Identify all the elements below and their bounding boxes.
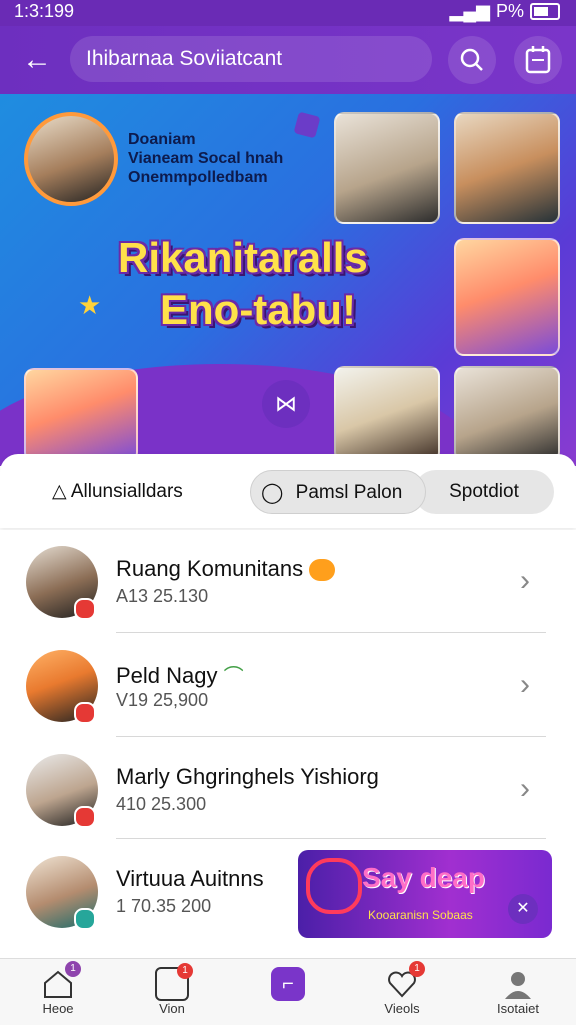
tent-icon: △ — [52, 481, 67, 502]
hero-circle-photo — [24, 112, 118, 206]
nav-vion[interactable]: 1 Vion — [132, 963, 212, 1016]
calendar-button[interactable] — [514, 36, 562, 84]
emoji-icon — [309, 559, 336, 582]
status-badge — [74, 598, 96, 620]
search-icon — [460, 48, 483, 71]
battery-icon — [530, 3, 560, 20]
tab-pamsl-palon[interactable]: ◯ Pamsl Palon — [250, 470, 426, 514]
nav-profile[interactable]: Isotaiet — [478, 967, 558, 1016]
chevron-right-icon: › — [520, 564, 530, 597]
hero-intro-line: Vianeam Socal hnah — [128, 150, 284, 167]
profile-icon — [501, 967, 535, 1001]
promo-card[interactable]: Say deap Kooaranisn Sobaas ✕ — [298, 850, 552, 938]
app-title: Ihibarnaa Soviiatcant — [70, 36, 432, 82]
hero-photo — [334, 366, 440, 462]
heart-icon: 1 — [385, 961, 425, 1001]
status-icons: ▂▄▆ P% — [450, 1, 560, 22]
nav-vieols[interactable]: 1 Vieols — [362, 961, 442, 1016]
calendar-icon — [525, 46, 551, 74]
list-item-name: Marly Ghgringhels Yishiorg — [116, 764, 379, 789]
list-item[interactable]: Peld Nagy ⌒ V19 25,900 › — [0, 634, 576, 736]
status-bar: 1:3:199 ▂▄▆ P% — [0, 0, 576, 26]
chevron-right-icon: › — [520, 772, 530, 805]
promo-subtitle: Kooaranisn Sobaas — [368, 908, 473, 922]
nav-label: Vieols — [384, 1001, 420, 1016]
hero-photo — [454, 238, 560, 356]
hero-photo — [454, 112, 560, 224]
list-item-name: Virtuua Auitnns — [116, 866, 264, 891]
hero-intro-line: Doaniam — [128, 131, 196, 148]
list-item-sub: 410 25.300 — [116, 794, 207, 814]
tab-spotdiot[interactable]: Spotdiot — [414, 470, 554, 514]
music-note-icon — [293, 111, 321, 139]
hero-intro-text: Doaniam Vianeam Socal hnah Onemmpolledba… — [128, 130, 283, 187]
divider — [116, 736, 546, 737]
play-icon: ✕ — [508, 894, 538, 924]
status-time: 1:3:199 — [14, 1, 75, 21]
list-item-name: Ruang Komunitans — [116, 556, 336, 582]
hero-headline: Rikanitaralls Eno-tabu! — [118, 232, 368, 336]
list-item-sub: A13 25.130 — [116, 586, 209, 606]
star-icon: ★ — [78, 290, 102, 320]
neon-ring-icon — [306, 858, 362, 914]
promo-title: Say deap — [362, 862, 485, 893]
hero-photo — [454, 366, 560, 462]
nav-badge: 1 — [65, 961, 81, 977]
list-item[interactable]: Ruang Komunitans A13 25.130 › — [0, 530, 576, 632]
search-button[interactable] — [448, 36, 496, 84]
signal-icon: ▂▄▆ — [449, 1, 490, 21]
tab-label: Allunsialldars — [70, 481, 183, 502]
bottom-nav: 1 Heoe 1 Vion ⌐ 1 Vieols Isotaiet — [0, 958, 576, 1025]
tab-label: Spotdiot — [449, 481, 519, 502]
hero-photo — [334, 112, 440, 224]
home-icon: 1 — [41, 961, 81, 1001]
list-item-name: Peld Nagy ⌒ — [116, 663, 244, 688]
hero-banner[interactable]: Doaniam Vianeam Socal hnah Onemmpolledba… — [0, 94, 576, 466]
status-badge — [74, 806, 96, 828]
divider — [116, 838, 546, 839]
nav-badge: 1 — [177, 963, 193, 979]
status-badge — [74, 702, 96, 724]
nav-badge: 1 — [409, 961, 425, 977]
nav-home[interactable]: 1 Heoe — [18, 961, 98, 1016]
nav-create[interactable]: ⌐ — [248, 967, 328, 1001]
list-item[interactable]: Marly Ghgringhels Yishiorg 410 25.300 › — [0, 738, 576, 840]
create-icon: ⌐ — [271, 967, 305, 1001]
hero-headline-line: Eno-tabu! — [160, 286, 356, 333]
hero-photo — [24, 368, 138, 462]
tab-label: Pamsl Palon — [295, 482, 403, 503]
chat-bubble-icon: ◯ — [261, 482, 284, 504]
chevron-right-icon: › — [520, 668, 530, 701]
tab-bar: △ Allunsialldars Spotdiot ◯ Pamsl Palon — [0, 454, 576, 528]
tab-allunsialldars[interactable]: △ Allunsialldars — [52, 470, 183, 514]
leaf-icon: ⌒ — [223, 666, 244, 688]
battery-text: P% — [495, 1, 524, 21]
nav-label: Heoe — [42, 1001, 74, 1016]
list-item-sub: 1 70.35 200 — [116, 896, 212, 916]
nav-label: Isotaiet — [497, 1001, 539, 1016]
app-bar: ← Ihibarnaa Soviiatcant — [0, 26, 576, 94]
list-item-sub: V19 25,900 — [116, 690, 209, 710]
community-list: Ruang Komunitans A13 25.130 › Peld Nagy … — [0, 530, 576, 960]
status-badge — [74, 908, 96, 930]
back-arrow-icon[interactable]: ← — [22, 40, 62, 80]
hero-headline-line: Rikanitaralls — [118, 234, 368, 281]
activity-icon: 1 — [155, 963, 193, 1001]
nav-label: Vion — [159, 1001, 185, 1016]
divider — [116, 632, 546, 633]
hero-play-button[interactable]: ⋈ — [262, 380, 310, 428]
hero-intro-line: Onemmpolledbam — [128, 169, 268, 186]
